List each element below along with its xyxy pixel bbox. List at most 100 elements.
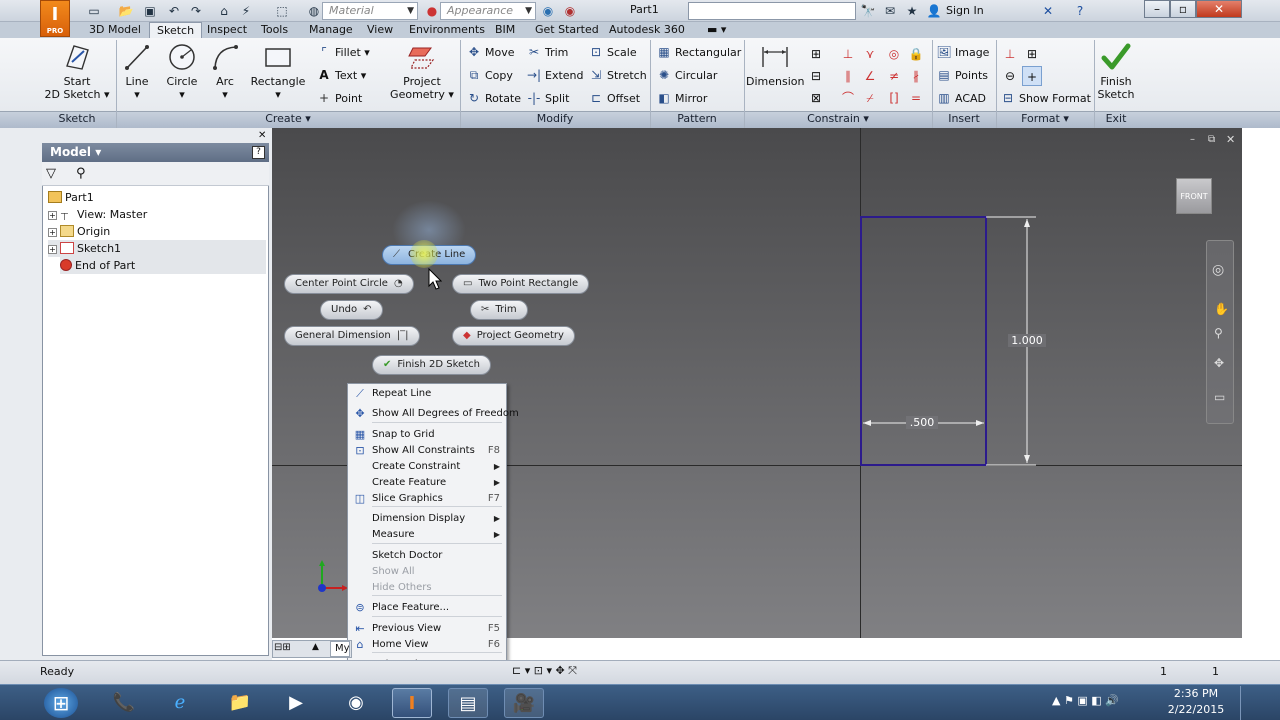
expand-icon[interactable]: + <box>48 245 57 254</box>
zoom-icon[interactable]: ⚲ <box>1214 326 1223 340</box>
context-menu-item[interactable]: Create Feature ▶ <box>348 475 506 491</box>
arc-button[interactable]: Arc ▾ <box>208 42 242 101</box>
clock-time[interactable]: 2:36 PM <box>1168 687 1224 700</box>
binoculars-icon[interactable]: 🔭 <box>860 3 876 19</box>
insert-image-button[interactable]: 🖼 Image <box>936 42 989 62</box>
application-menu-button[interactable]: I PRO <box>40 0 70 37</box>
tab-autodesk-360[interactable]: Autodesk 360 <box>602 22 692 39</box>
tab-3d-model[interactable]: 3D Model <box>82 22 148 39</box>
tree-node-end-of-part[interactable]: End of Part <box>60 257 266 274</box>
tab-view[interactable]: View <box>360 22 400 39</box>
split-button[interactable]: -|- Split <box>526 88 570 108</box>
parallel-icon[interactable]: ∥ <box>838 66 858 86</box>
browser-close-icon[interactable]: ✕ <box>258 130 266 141</box>
show-desktop-button[interactable] <box>1240 686 1278 720</box>
sign-in-link[interactable]: Sign In <box>946 4 984 17</box>
show-constraints-icon[interactable]: ⊟ <box>806 66 826 86</box>
concentric-icon[interactable]: ◎ <box>884 44 904 64</box>
stretch-button[interactable]: ⇲ Stretch <box>588 65 647 85</box>
exchange-apps-icon[interactable]: ✕ <box>1040 3 1056 19</box>
equal-icon[interactable]: = <box>906 88 926 108</box>
trim-button[interactable]: ✂ Trim <box>526 42 568 62</box>
help-icon[interactable]: ? <box>1072 3 1088 19</box>
tree-node-part1[interactable]: Part1 <box>48 189 94 206</box>
context-menu-item[interactable]: Sketch Doctor <box>348 548 506 564</box>
taskbar-app-icon[interactable]: 🎥 <box>504 688 544 718</box>
tray-icons[interactable]: ▲ ⚑ ▣ ◧ 🔊 <box>1052 694 1119 707</box>
start-2d-sketch-button[interactable]: Start 2D Sketch ▾ <box>44 42 110 101</box>
close-button[interactable]: ✕ <box>1196 0 1242 18</box>
copy-button[interactable]: ⧉ Copy <box>466 65 513 85</box>
expand-icon[interactable]: + <box>48 211 57 220</box>
finish-sketch-button[interactable]: Finish Sketch <box>1096 42 1136 101</box>
tab-sketch[interactable]: Sketch <box>149 22 203 39</box>
model-browser-header[interactable]: Model ▾ <box>42 143 269 162</box>
context-menu-item[interactable]: ⇤ Previous View F5 <box>348 621 506 637</box>
internet-explorer-icon[interactable]: ℯ <box>160 688 200 718</box>
find-icon[interactable]: ⚲ <box>76 166 86 181</box>
perpendicular-icon[interactable]: ⊥ <box>838 44 858 64</box>
marking-menu-center-point-circle[interactable]: Center Point Circle ◔ <box>284 274 414 294</box>
context-menu-item[interactable]: ⟋ Repeat Line <box>348 386 506 402</box>
dimension-height-label[interactable]: 1.000 <box>1008 334 1046 347</box>
context-menu-item[interactable]: ⊜ Place Feature... <box>348 600 506 616</box>
text-button[interactable]: A Text ▾ <box>316 65 366 85</box>
colinear-icon[interactable]: ≠ <box>884 66 904 86</box>
constraint-settings-icon[interactable]: ⊠ <box>806 88 826 108</box>
circular-pattern-button[interactable]: ✺ Circular <box>656 65 717 85</box>
rotate-button[interactable]: ↻ Rotate <box>466 88 521 108</box>
marking-menu-project-geometry[interactable]: ◆ Project Geometry <box>452 326 575 346</box>
point-button[interactable]: + Point <box>316 88 362 108</box>
line-button[interactable]: Line ▾ <box>120 42 154 101</box>
tab-inspect[interactable]: Inspect <box>200 22 254 39</box>
fillet-button[interactable]: ⌜ Fillet ▾ <box>316 42 370 62</box>
open-icon[interactable]: 📂 <box>118 3 134 19</box>
media-player-icon[interactable]: ▶ <box>276 688 316 718</box>
new-icon[interactable]: ▭ <box>86 3 102 19</box>
smooth-icon[interactable]: ⌒ <box>838 88 858 108</box>
communication-icon[interactable]: ✉ <box>882 3 898 19</box>
inventor-taskbar-icon[interactable]: I <box>392 688 432 718</box>
horizontal-icon[interactable]: ⌿ <box>860 88 880 108</box>
rectangular-pattern-button[interactable]: ▦ Rectangular <box>656 42 741 62</box>
tab-overflow-icon[interactable]: ▬ ▾ <box>700 22 733 39</box>
tile-icon[interactable]: ⊟⊞ <box>274 642 291 653</box>
context-menu-item[interactable]: ⊡ Show All Constraints F8 <box>348 443 506 459</box>
symmetric-icon[interactable]: [] <box>884 88 904 108</box>
select-icon[interactable]: ⬚ <box>274 3 290 19</box>
auto-dimension-icon[interactable]: ⊞ <box>806 44 826 64</box>
insert-acad-button[interactable]: ▥ ACAD <box>936 88 986 108</box>
start-button[interactable]: ⊞ <box>44 688 78 718</box>
context-menu-item[interactable]: Create Constraint ▶ <box>348 459 506 475</box>
taskbar-app-icon[interactable]: ▤ <box>448 688 488 718</box>
orbit-icon[interactable]: ✥ <box>1214 356 1224 370</box>
rectangle-button[interactable]: Rectangle ▾ <box>250 42 306 101</box>
marking-menu-general-dimension[interactable]: General Dimension |‾| <box>284 326 420 346</box>
tab-bim[interactable]: BIM <box>488 22 522 39</box>
taskbar-pinned-icon[interactable]: 📞 <box>104 688 144 718</box>
pan-icon[interactable]: ✋ <box>1214 302 1229 316</box>
show-format-button[interactable]: ⊟ Show Format <box>1000 88 1091 108</box>
tab-menu-icon[interactable]: ▲ <box>312 642 319 652</box>
home-icon[interactable]: ⌂ <box>216 3 232 19</box>
file-explorer-icon[interactable]: 📁 <box>220 688 260 718</box>
context-menu-item[interactable]: ✥ Show All Degrees of Freedom <box>348 406 518 422</box>
scale-button[interactable]: ⊡ Scale <box>588 42 637 62</box>
project-geometry-button[interactable]: Project Geometry ▾ <box>390 42 454 101</box>
coincident-icon[interactable]: ⋎ <box>860 44 880 64</box>
clock-date[interactable]: 2/22/2015 <box>1166 703 1226 716</box>
context-menu-item[interactable]: Measure ▶ <box>348 527 506 543</box>
context-menu-item[interactable]: ◫ Slice Graphics F7 <box>348 491 506 507</box>
offset-button[interactable]: ⊏ Offset <box>588 88 640 108</box>
circle-button[interactable]: Circle ▾ <box>162 42 202 101</box>
material-dropdown[interactable]: Material ▼ <box>322 2 418 20</box>
tangent-icon[interactable]: ∠ <box>860 66 880 86</box>
tab-tools[interactable]: Tools <box>254 22 295 39</box>
adjust-icon[interactable]: ◉ <box>562 3 578 19</box>
viewport-minimize-icon[interactable]: – <box>1190 134 1195 145</box>
insert-points-button[interactable]: ▤ Points <box>936 65 988 85</box>
extend-button[interactable]: →| Extend <box>526 65 584 85</box>
context-menu-item[interactable]: ▦ Snap to Grid <box>348 427 506 443</box>
viewcube[interactable]: FRONT <box>1176 178 1212 214</box>
expand-icon[interactable]: + <box>48 228 57 237</box>
